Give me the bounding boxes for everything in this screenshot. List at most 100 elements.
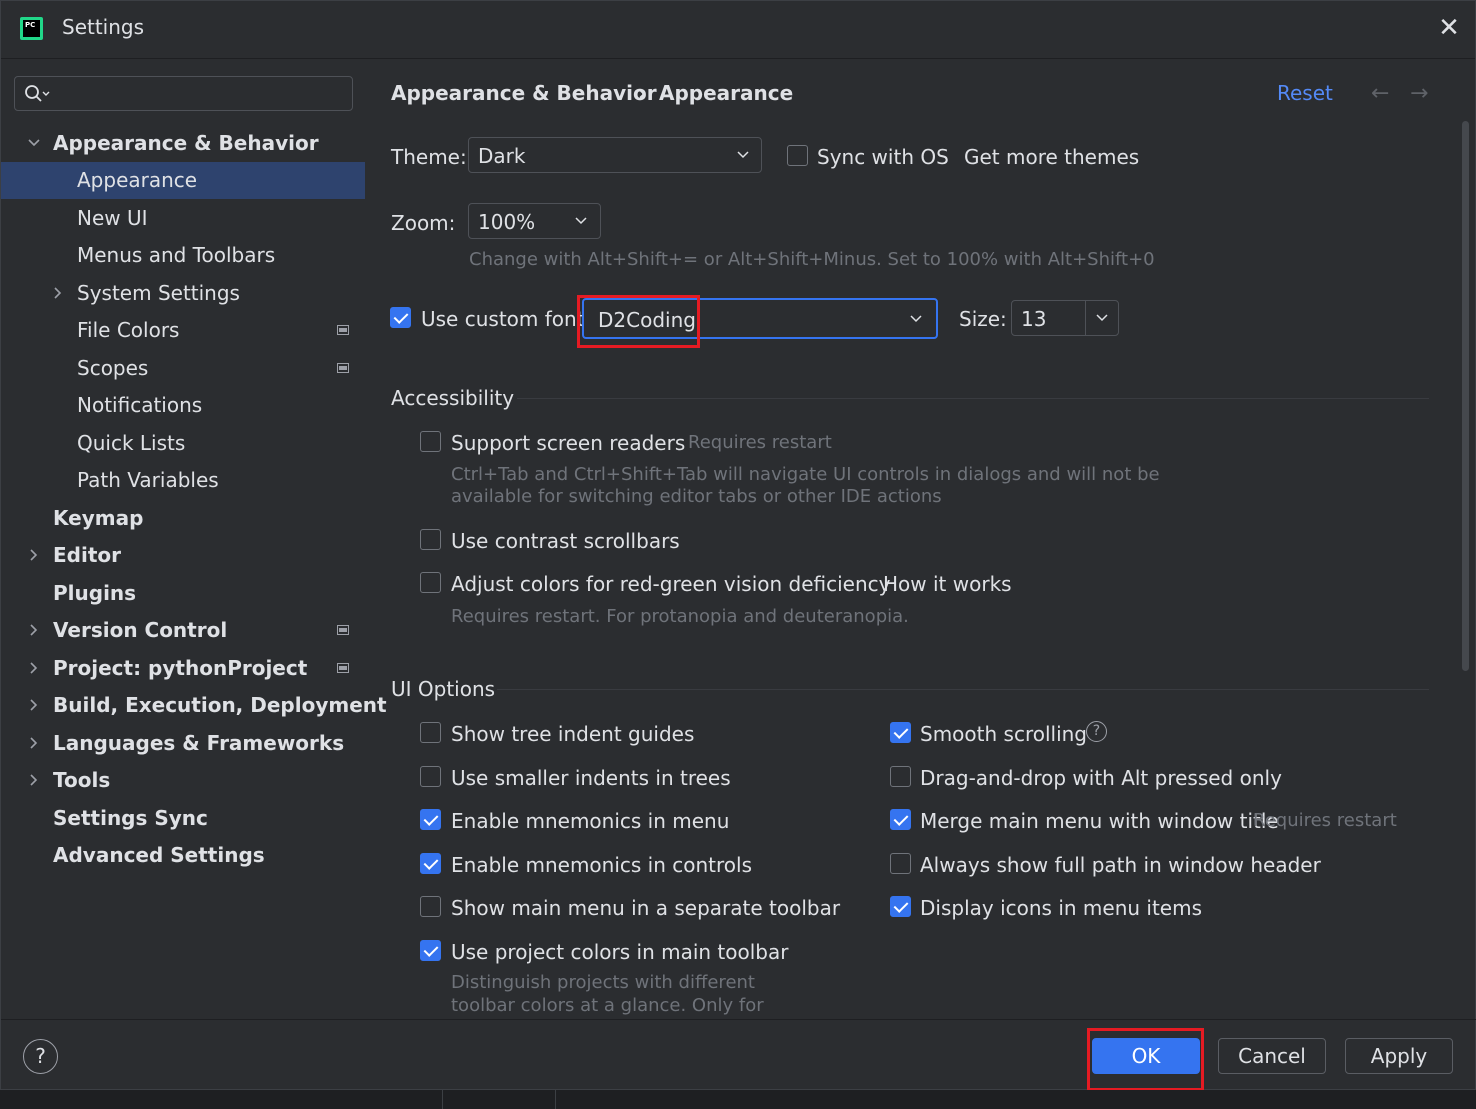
zoom-label: Zoom: xyxy=(391,211,456,235)
mnemonics-menu-label: Enable mnemonics in menu xyxy=(451,809,730,833)
chevron-right-icon xyxy=(30,699,38,711)
apply-button[interactable]: Apply xyxy=(1345,1038,1453,1074)
cancel-button[interactable]: Cancel xyxy=(1218,1038,1326,1074)
requires-restart-note: Requires restart xyxy=(688,432,832,453)
sidebar-item-label: Scopes xyxy=(77,356,149,380)
merge-menu-checkbox[interactable] xyxy=(890,809,911,830)
title-bar: PC Settings ✕ xyxy=(1,1,1475,59)
project-colors-hint: Distinguish projects with different xyxy=(451,972,755,993)
tree-indent-guides-checkbox[interactable] xyxy=(420,722,441,743)
sidebar-item-label: Project: pythonProject xyxy=(53,656,308,680)
contrast-scrollbars-checkbox[interactable] xyxy=(420,529,441,550)
sync-os-checkbox[interactable] xyxy=(787,145,808,166)
sidebar-item-label: Editor xyxy=(53,543,121,567)
reset-link[interactable]: Reset xyxy=(1277,81,1333,105)
sidebar-item-label: Appearance & Behavior xyxy=(53,131,319,155)
chevron-down-icon xyxy=(737,151,749,159)
sidebar-item-plugins[interactable]: Plugins xyxy=(1,575,365,612)
section-divider xyxy=(497,689,1429,690)
chevron-right-icon xyxy=(54,287,62,299)
sidebar-item-label: Notifications xyxy=(77,393,203,417)
project-scope-icon xyxy=(337,625,349,635)
font-size-label: Size: xyxy=(959,307,1007,331)
drag-drop-alt-checkbox[interactable] xyxy=(890,766,911,787)
contrast-scrollbars-label: Use contrast scrollbars xyxy=(451,529,680,553)
project-colors-checkbox[interactable] xyxy=(420,940,441,961)
highlight-box xyxy=(1087,1028,1204,1091)
ui-options-section-title: UI Options xyxy=(391,677,496,701)
theme-dropdown[interactable]: Dark xyxy=(468,137,762,173)
sidebar-item-new-ui[interactable]: New UI xyxy=(1,200,365,237)
sidebar-item-label: Plugins xyxy=(53,581,137,605)
requires-restart-note: Requires restart xyxy=(1253,810,1397,831)
chevron-down-icon xyxy=(1096,314,1108,322)
sidebar-item-label: Build, Execution, Deployment xyxy=(53,693,387,717)
sidebar-item-notifications[interactable]: Notifications xyxy=(1,387,365,424)
sidebar-item-appearance[interactable]: Appearance xyxy=(1,162,365,199)
sidebar-item-file-colors[interactable]: File Colors xyxy=(1,312,365,349)
accessibility-section-title: Accessibility xyxy=(391,386,515,410)
full-path-checkbox[interactable] xyxy=(890,853,911,874)
help-icon[interactable]: ? xyxy=(1086,721,1107,742)
smaller-indents-checkbox[interactable] xyxy=(420,766,441,787)
content-scrollbar[interactable] xyxy=(1462,121,1469,671)
sidebar-item-version-control[interactable]: Version Control xyxy=(1,612,365,649)
how-it-works-link[interactable]: How it works xyxy=(883,572,1012,596)
sync-os-label: Sync with OS xyxy=(817,145,949,169)
sidebar-item-languages[interactable]: Languages & Frameworks xyxy=(1,725,365,762)
sidebar-item-settings-sync[interactable]: Settings Sync xyxy=(1,800,365,837)
merge-menu-label: Merge main menu with window title xyxy=(920,809,1279,833)
sidebar-item-appearance-behavior[interactable]: Appearance & Behavior xyxy=(1,125,365,162)
chevron-down-icon xyxy=(28,139,40,147)
custom-font-label: Use custom font: xyxy=(421,307,592,331)
screen-readers-checkbox[interactable] xyxy=(420,431,441,452)
sidebar-item-build[interactable]: Build, Execution, Deployment xyxy=(1,687,387,724)
font-size-combobox[interactable]: 13 xyxy=(1011,300,1119,336)
close-icon[interactable]: ✕ xyxy=(1436,15,1462,41)
section-divider xyxy=(517,398,1429,399)
custom-font-checkbox[interactable] xyxy=(390,307,411,328)
zoom-hint: Change with Alt+Shift+= or Alt+Shift+Min… xyxy=(469,249,1155,270)
screen-readers-hint: available for switching editor tabs or o… xyxy=(451,486,942,507)
project-colors-label: Use project colors in main toolbar xyxy=(451,940,789,964)
sidebar-item-editor[interactable]: Editor xyxy=(1,537,365,574)
smooth-scrolling-checkbox[interactable] xyxy=(890,722,911,743)
sidebar-item-advanced-settings[interactable]: Advanced Settings xyxy=(1,837,365,874)
search-icon xyxy=(25,85,50,102)
sidebar-item-scopes[interactable]: Scopes xyxy=(1,350,365,387)
separate-toolbar-checkbox[interactable] xyxy=(420,896,441,917)
sidebar-item-quick-lists[interactable]: Quick Lists xyxy=(1,425,365,462)
sidebar-item-project[interactable]: Project: pythonProject xyxy=(1,650,365,687)
sidebar-item-tools[interactable]: Tools xyxy=(1,762,365,799)
project-colors-hint: toolbar colors at a glance. Only for xyxy=(451,995,764,1016)
sidebar-item-label: Advanced Settings xyxy=(53,843,265,867)
settings-content: Appearance & Behavior › Appearance Reset… xyxy=(365,59,1475,1019)
sidebar-item-label: Version Control xyxy=(53,618,228,642)
window-title: Settings xyxy=(62,15,145,39)
project-scope-icon xyxy=(337,663,349,673)
chevron-right-icon xyxy=(30,549,38,561)
theme-label: Theme: xyxy=(391,145,467,169)
sidebar-item-label: New UI xyxy=(77,206,148,230)
sidebar-item-system-settings[interactable]: System Settings xyxy=(1,275,365,312)
back-arrow-icon[interactable]: ← xyxy=(1371,81,1389,106)
sidebar-item-keymap[interactable]: Keymap xyxy=(1,500,365,537)
color-deficiency-checkbox[interactable] xyxy=(420,572,441,593)
color-deficiency-label: Adjust colors for red-green vision defic… xyxy=(451,572,891,596)
chevron-right-icon xyxy=(30,737,38,749)
help-button[interactable]: ? xyxy=(23,1039,58,1074)
get-more-themes-link[interactable]: Get more themes xyxy=(964,145,1139,169)
zoom-dropdown[interactable]: 100% xyxy=(468,203,601,239)
color-deficiency-hint: Requires restart. For protanopia and deu… xyxy=(451,606,909,627)
mnemonics-controls-checkbox[interactable] xyxy=(420,853,441,874)
sidebar-item-path-variables[interactable]: Path Variables xyxy=(1,462,365,499)
search-input[interactable] xyxy=(14,76,353,111)
menu-icons-checkbox[interactable] xyxy=(890,896,911,917)
breadcrumb-parent[interactable]: Appearance & Behavior xyxy=(391,81,657,105)
sidebar-item-menus-toolbars[interactable]: Menus and Toolbars xyxy=(1,237,365,274)
settings-sidebar: Appearance & Behavior Appearance New UI … xyxy=(1,59,387,1019)
mnemonics-controls-label: Enable mnemonics in controls xyxy=(451,853,753,877)
sidebar-item-label: System Settings xyxy=(77,281,240,305)
forward-arrow-icon[interactable]: → xyxy=(1410,81,1428,106)
mnemonics-menu-checkbox[interactable] xyxy=(420,809,441,830)
